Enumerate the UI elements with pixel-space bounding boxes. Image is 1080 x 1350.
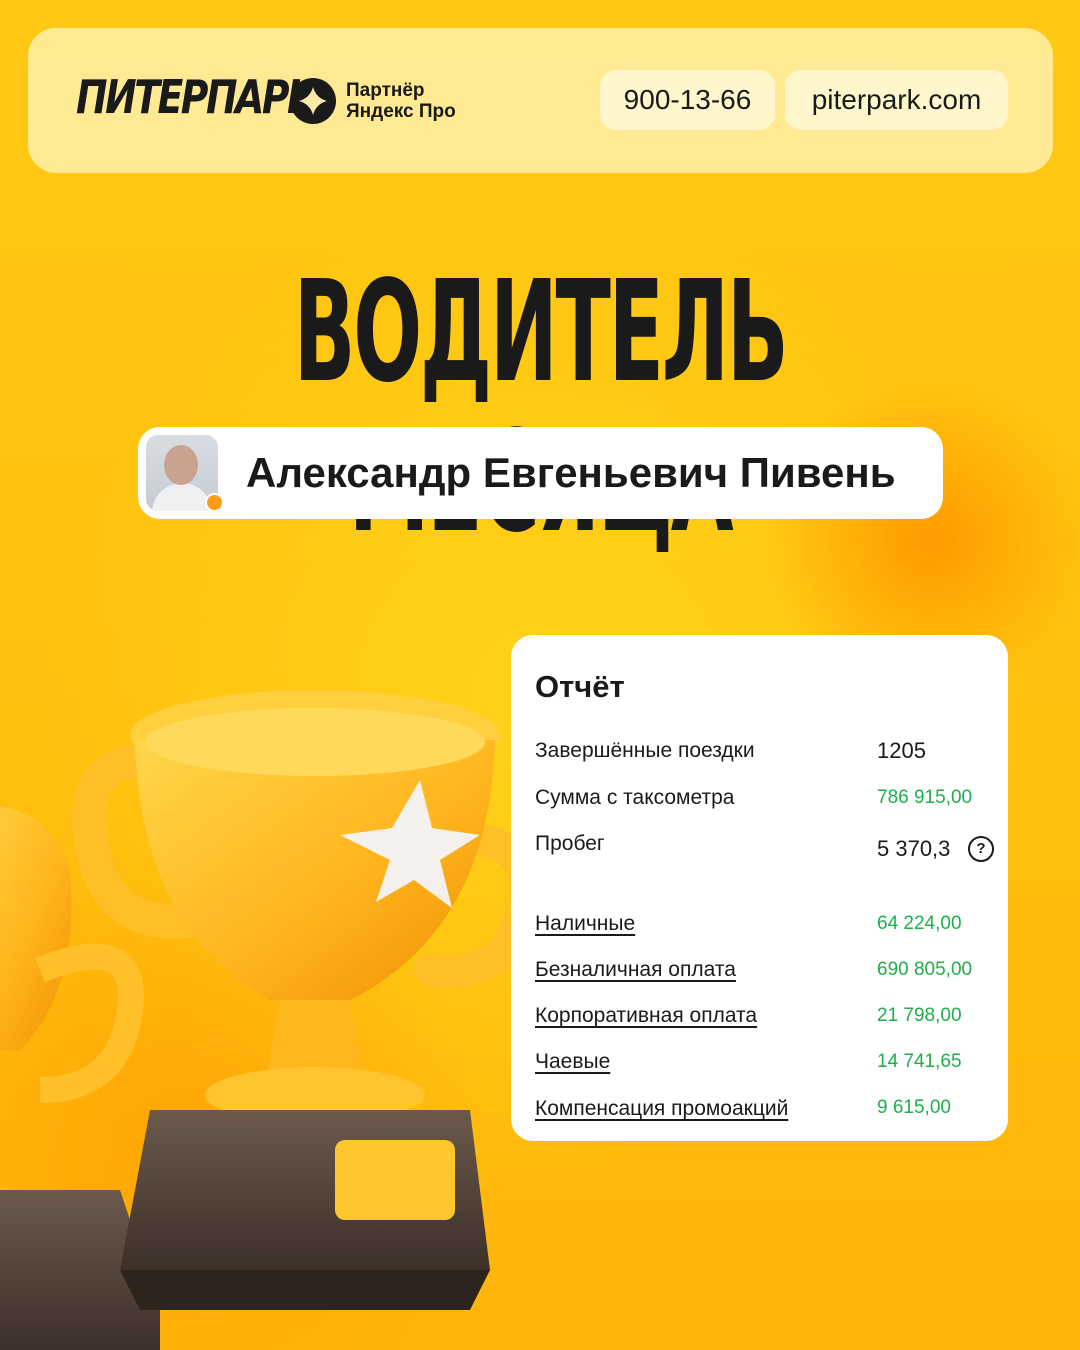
- trophy-illustration: [0, 690, 541, 1350]
- partner-line-1: Партнёр: [346, 80, 425, 101]
- driver-name: Александр Евгеньевич Пивень: [246, 449, 896, 496]
- report-value-trips: 1205: [877, 738, 926, 763]
- report-link-tips[interactable]: Чаевые: [535, 1050, 610, 1074]
- report-link-cashless[interactable]: Безналичная оплата: [535, 958, 736, 982]
- help-icon[interactable]: ?: [968, 836, 994, 862]
- report-value-taximeter: 786 915,00: [877, 787, 973, 808]
- report-label-trips: Завершённые поездки: [535, 739, 755, 762]
- report-card: Отчёт Завершённые поездки 1205 Сумма с т…: [511, 635, 1008, 1141]
- report-value-corporate: 21 798,00: [877, 1005, 962, 1026]
- report-label-taximeter: Сумма с таксометра: [535, 786, 735, 809]
- report-link-cash[interactable]: Наличные: [535, 912, 635, 936]
- website-link[interactable]: piterpark.com: [785, 70, 1008, 130]
- partner-line-2: Яндекс Про: [346, 101, 456, 122]
- report-link-promo[interactable]: Компенсация промоакций: [535, 1097, 788, 1121]
- report-value-cash: 64 224,00: [877, 913, 962, 934]
- avatar-badge-icon: [205, 493, 224, 512]
- report-value-promo: 9 615,00: [877, 1097, 951, 1118]
- report-link-corporate[interactable]: Корпоративная оплата: [535, 1004, 757, 1028]
- report-title: Отчёт: [535, 669, 625, 704]
- phone-button[interactable]: 900-13-66: [600, 70, 775, 130]
- driver-name-card: Александр Евгеньевич Пивень: [138, 427, 943, 519]
- report-value-mileage: 5 370,3: [877, 836, 951, 861]
- piterpark-logo: ПИТЕРПАРК: [76, 70, 318, 124]
- header-bar: ПИТЕРПАРК Партнёр Яндекс Про 900-13-66 p…: [28, 28, 1053, 173]
- report-value-tips: 14 741,65: [877, 1051, 962, 1072]
- report-label-mileage: Пробег: [535, 832, 605, 855]
- report-value-cashless: 690 805,00: [877, 959, 973, 980]
- yandex-pro-icon: [290, 78, 336, 124]
- partner-label: Партнёр Яндекс Про: [346, 80, 456, 122]
